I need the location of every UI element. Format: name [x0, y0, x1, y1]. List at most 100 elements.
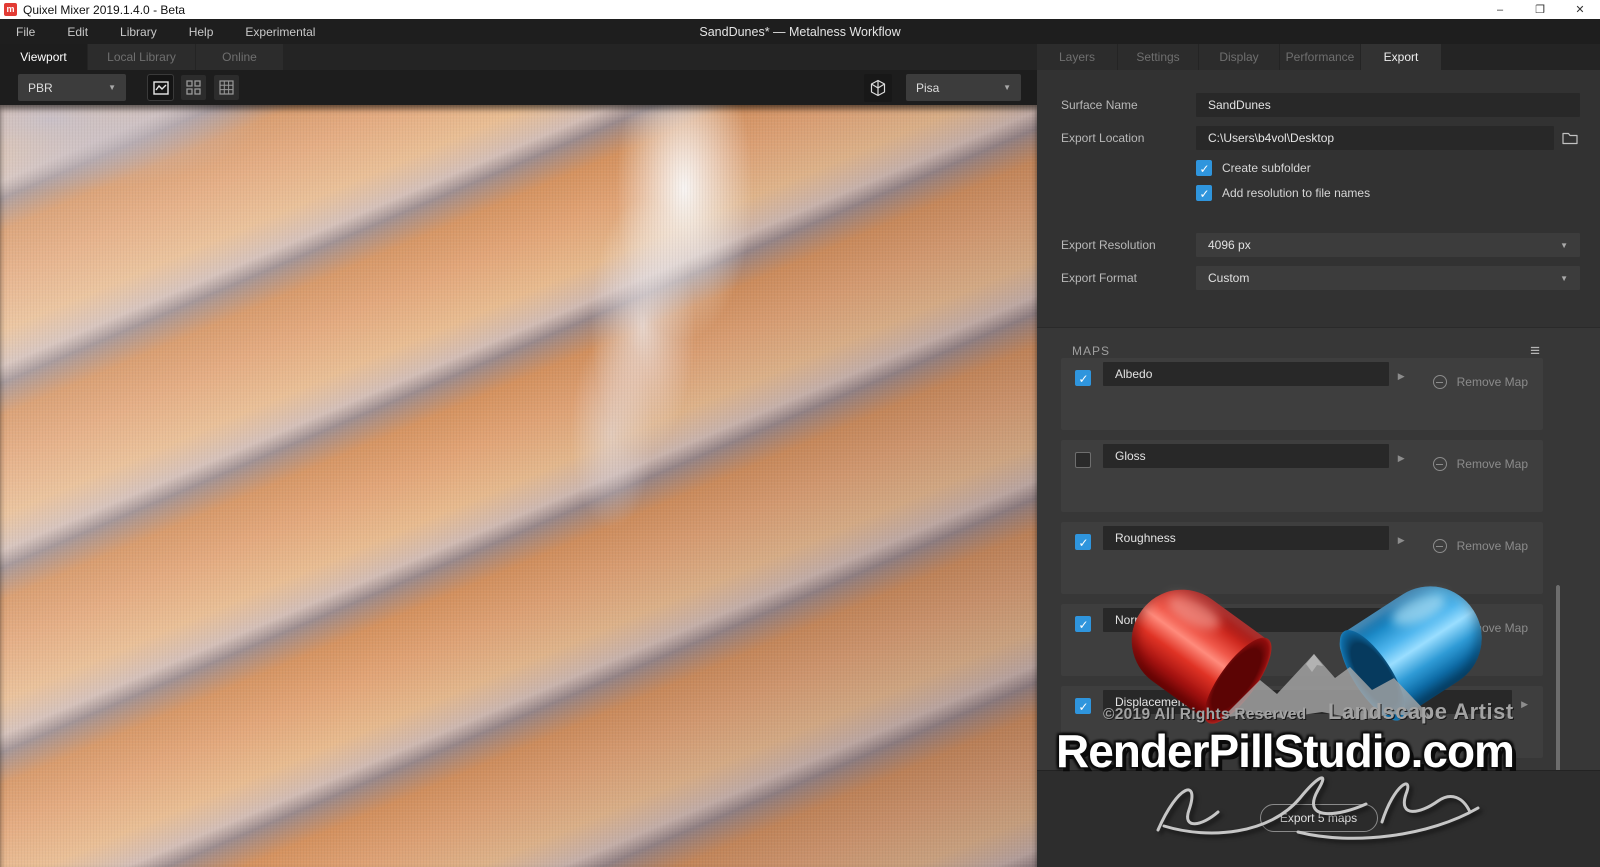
remove-map-roughness-button[interactable]: Remove Map — [1432, 539, 1528, 553]
remove-map-albedo-button[interactable]: Remove Map — [1432, 375, 1528, 389]
viewport-3d-sand-dunes[interactable] — [0, 105, 1037, 867]
expand-arrow-icon[interactable]: ▶ — [1398, 535, 1405, 546]
tab-display[interactable]: Display — [1199, 44, 1280, 70]
environment-value: Pisa — [916, 80, 940, 95]
add-resolution-label: Add resolution to file names — [1222, 186, 1371, 200]
hamburger-icon[interactable]: ≡ — [1530, 342, 1540, 359]
grid-icon — [219, 80, 234, 95]
remove-circle-icon — [1432, 457, 1447, 471]
export-resolution-label: Export Resolution — [1061, 238, 1156, 252]
export-format-dropdown[interactable]: Custom ▼ — [1196, 266, 1580, 290]
menu-file[interactable]: File — [0, 25, 51, 39]
expand-arrow-icon[interactable]: ▶ — [1398, 453, 1405, 464]
viewport-toolbar-right: Pisa ▼ — [864, 73, 1021, 102]
tab-performance[interactable]: Performance — [1280, 44, 1361, 70]
remove-map-normal-button[interactable]: Remove Map — [1432, 621, 1528, 635]
map-row-displacement: ▶ — [1061, 686, 1543, 758]
image-curve-icon — [152, 80, 169, 95]
tab-row: Viewport Local Library Online Layers Set… — [0, 44, 1600, 70]
expand-arrow-icon[interactable]: ▶ — [1398, 617, 1405, 628]
remove-map-label: Remove Map — [1456, 621, 1528, 635]
create-subfolder-checkbox[interactable] — [1196, 160, 1212, 176]
menu-experimental[interactable]: Experimental — [229, 25, 331, 39]
maps-section: MAPS ≡ ▶ Remove Map ▶ Remove Map — [1037, 327, 1600, 867]
remove-map-label: Remove Map — [1456, 539, 1528, 553]
preview-mesh-button[interactable] — [864, 73, 892, 102]
tab-viewport[interactable]: Viewport — [0, 44, 88, 70]
remove-map-label: Remove Map — [1456, 457, 1528, 471]
restore-icon[interactable]: ❐ — [1520, 0, 1560, 19]
map-roughness-checkbox[interactable] — [1075, 534, 1091, 550]
export-format-value: Custom — [1208, 271, 1250, 285]
export-maps-button[interactable]: Export 5 maps — [1259, 804, 1378, 832]
map-albedo-checkbox[interactable] — [1075, 370, 1091, 386]
surface-name-label: Surface Name — [1061, 98, 1138, 112]
map-displacement-checkbox[interactable] — [1075, 698, 1091, 714]
menu-edit[interactable]: Edit — [51, 25, 104, 39]
map-roughness-name-input[interactable] — [1103, 526, 1389, 550]
export-panel: Surface Name Export Location Create subf… — [1037, 70, 1600, 867]
maps-title: MAPS — [1072, 344, 1111, 358]
tab-filler-left — [284, 44, 1037, 70]
viewport-toolbar: PBR ▼ Pisa ▼ — [0, 70, 1037, 105]
create-subfolder-option: Create subfolder — [1196, 160, 1600, 176]
viewport-grid-view-button[interactable] — [214, 75, 239, 100]
four-squares-icon — [186, 80, 201, 95]
map-row-roughness: ▶ Remove Map — [1061, 522, 1543, 594]
minimize-icon[interactable]: – — [1480, 0, 1520, 19]
app-logo-icon: m — [4, 3, 17, 16]
viewport-split-view-button[interactable] — [181, 75, 206, 100]
add-resolution-option: Add resolution to file names — [1196, 185, 1600, 201]
titlebar: m Quixel Mixer 2019.1.4.0 - Beta – ❐ ✕ — [0, 0, 1600, 19]
tab-settings[interactable]: Settings — [1118, 44, 1199, 70]
export-resolution-dropdown[interactable]: 4096 px ▼ — [1196, 233, 1580, 257]
surface-name-row: Surface Name — [1061, 93, 1580, 117]
surface-name-input[interactable] — [1196, 93, 1580, 117]
close-icon[interactable]: ✕ — [1560, 0, 1600, 19]
add-resolution-checkbox[interactable] — [1196, 185, 1212, 201]
create-subfolder-label: Create subfolder — [1222, 161, 1311, 175]
map-normal-name-input[interactable] — [1103, 608, 1389, 632]
remove-circle-icon — [1432, 375, 1447, 389]
window-title: Quixel Mixer 2019.1.4.0 - Beta — [23, 2, 186, 17]
tab-layers[interactable]: Layers — [1037, 44, 1118, 70]
browse-folder-button[interactable] — [1560, 128, 1580, 148]
remove-circle-icon — [1432, 621, 1447, 635]
map-albedo-name-input[interactable] — [1103, 362, 1389, 386]
remove-circle-icon — [1432, 539, 1447, 553]
map-row-gloss: ▶ Remove Map — [1061, 440, 1543, 512]
panel-tabs: Layers Settings Display Performance Expo… — [1037, 44, 1600, 70]
map-gloss-name-input[interactable] — [1103, 444, 1389, 468]
chevron-down-icon: ▼ — [1003, 83, 1011, 92]
export-format-label: Export Format — [1061, 271, 1138, 285]
export-resolution-row: Export Resolution 4096 px ▼ — [1061, 233, 1580, 257]
tab-online[interactable]: Online — [196, 44, 284, 70]
chevron-down-icon: ▼ — [108, 83, 116, 92]
shading-mode-value: PBR — [28, 80, 53, 95]
remove-map-gloss-button[interactable]: Remove Map — [1432, 457, 1528, 471]
chevron-down-icon: ▼ — [1560, 273, 1568, 283]
export-location-row: Export Location — [1061, 126, 1580, 150]
export-format-row: Export Format Custom ▼ — [1061, 266, 1580, 290]
environment-dropdown[interactable]: Pisa ▼ — [906, 74, 1021, 101]
export-resolution-value: 4096 px — [1208, 238, 1251, 252]
map-normal-checkbox[interactable] — [1075, 616, 1091, 632]
remove-map-label: Remove Map — [1456, 375, 1528, 389]
menu-library[interactable]: Library — [104, 25, 173, 39]
map-row-albedo: ▶ Remove Map — [1061, 358, 1543, 430]
maps-header: MAPS ≡ — [1037, 328, 1600, 359]
map-displacement-name-input[interactable] — [1103, 690, 1513, 714]
tab-filler-right — [1442, 44, 1600, 70]
menu-help[interactable]: Help — [173, 25, 230, 39]
map-gloss-checkbox[interactable] — [1075, 452, 1091, 468]
expand-arrow-icon[interactable]: ▶ — [1521, 699, 1528, 710]
chevron-down-icon: ▼ — [1560, 240, 1568, 250]
tab-export[interactable]: Export — [1361, 44, 1442, 70]
expand-arrow-icon[interactable]: ▶ — [1398, 371, 1405, 382]
menubar: File Edit Library Help Experimental Sand… — [0, 19, 1600, 44]
export-location-input[interactable] — [1196, 126, 1554, 150]
viewport-single-view-button[interactable] — [147, 74, 174, 101]
tab-local-library[interactable]: Local Library — [88, 44, 196, 70]
panel-footer: Export 5 maps — [1037, 770, 1600, 867]
shading-mode-dropdown[interactable]: PBR ▼ — [18, 74, 126, 101]
